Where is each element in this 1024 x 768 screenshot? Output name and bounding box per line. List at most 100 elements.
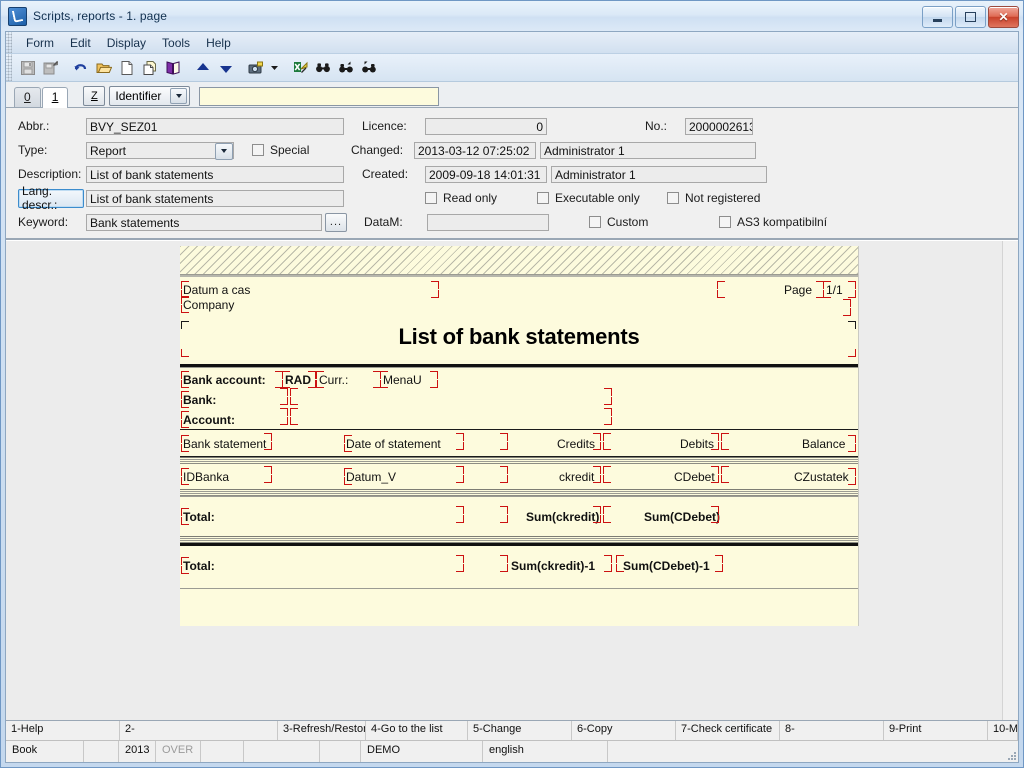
close-button[interactable]: ✕ bbox=[988, 6, 1019, 28]
executable-only-checkbox-row[interactable]: Executable only bbox=[537, 191, 667, 205]
abbr-field[interactable]: BVY_SEZ01 bbox=[86, 117, 344, 135]
as3-checkbox-row[interactable]: AS3 kompatibilní bbox=[719, 215, 827, 229]
report-title[interactable]: List of bank statements bbox=[180, 324, 858, 350]
fkey-1-help[interactable]: 1-Help bbox=[6, 721, 120, 740]
executable-only-checkbox[interactable] bbox=[537, 192, 549, 204]
report-groupfooter-sum-credits[interactable]: Sum(ckredit) bbox=[526, 510, 599, 524]
as3-checkbox[interactable] bbox=[719, 216, 731, 228]
report-colhdr-debits[interactable]: Debits bbox=[680, 437, 714, 451]
description-field[interactable]: List of bank statements bbox=[86, 165, 344, 183]
report-label-account[interactable]: Account: bbox=[183, 413, 235, 427]
report-page[interactable]: Datum a cas Company Page 1/1 List of ban… bbox=[180, 246, 859, 626]
filter-combo[interactable]: Identifier bbox=[109, 86, 191, 106]
licence-field[interactable]: 0 bbox=[425, 117, 547, 135]
lang-descr-button[interactable]: Lang. descr.: bbox=[18, 184, 84, 212]
report-colhdr-balance[interactable]: Balance bbox=[802, 437, 845, 451]
menu-edit[interactable]: Edit bbox=[62, 34, 99, 52]
menu-tools[interactable]: Tools bbox=[154, 34, 198, 52]
special-checkbox[interactable] bbox=[252, 144, 264, 156]
fkey-7-check-certificate[interactable]: 7-Check certificate bbox=[676, 721, 780, 740]
datam-field[interactable] bbox=[427, 213, 549, 231]
new-document-icon[interactable] bbox=[116, 57, 138, 79]
report-footer-sum-credits[interactable]: Sum(ckredit)-1 bbox=[511, 559, 595, 573]
open-folder-icon[interactable] bbox=[93, 57, 115, 79]
not-registered-checkbox[interactable] bbox=[667, 192, 679, 204]
find-previous-icon[interactable] bbox=[358, 57, 380, 79]
menu-form[interactable]: Form bbox=[18, 34, 62, 52]
fkey-4-go-to-the-list[interactable]: 4-Go to the list bbox=[366, 721, 468, 740]
menu-grip[interactable] bbox=[6, 32, 12, 53]
chevron-down-icon bbox=[170, 88, 188, 104]
type-dropdown-icon[interactable] bbox=[215, 142, 233, 160]
special-checkbox-row[interactable]: Special bbox=[252, 143, 362, 157]
move-up-icon[interactable] bbox=[192, 57, 214, 79]
toolbar-grip[interactable] bbox=[6, 54, 12, 81]
band-separator-7 bbox=[180, 588, 858, 589]
report-detail-ckredit[interactable]: ckredit bbox=[559, 470, 594, 484]
created-field[interactable]: 2009-09-18 14:01:31 bbox=[425, 165, 547, 183]
fkey-3-refresh-restore[interactable]: 3-Refresh/Restore bbox=[278, 721, 366, 740]
report-colhdr-credits[interactable]: Credits bbox=[557, 437, 595, 451]
menu-items: Form Edit Display Tools Help bbox=[12, 32, 239, 53]
tab-1[interactable]: 1 bbox=[41, 87, 69, 108]
fkey-10-menu[interactable]: 10-Menu bbox=[988, 721, 1018, 740]
report-footer-sum-debits[interactable]: Sum(CDebet)-1 bbox=[623, 559, 710, 573]
fkey-8[interactable]: 8- bbox=[780, 721, 884, 740]
lang-descr-field[interactable]: List of bank statements bbox=[86, 189, 344, 207]
keyword-field[interactable]: Bank statements bbox=[86, 213, 322, 231]
read-only-checkbox-row[interactable]: Read only bbox=[425, 191, 537, 205]
z-button[interactable]: Z bbox=[83, 86, 106, 106]
report-colhdr-bank-statement[interactable]: Bank statement bbox=[183, 437, 266, 451]
minimize-button[interactable] bbox=[922, 6, 953, 28]
copy-icon[interactable] bbox=[139, 57, 161, 79]
read-only-checkbox[interactable] bbox=[425, 192, 437, 204]
report-detail-czustatek[interactable]: CZustatek bbox=[794, 470, 849, 484]
report-field-page-label[interactable]: Page bbox=[784, 283, 812, 297]
report-groupfooter-sum-debits[interactable]: Sum(CDebet) bbox=[644, 510, 720, 524]
changed-user-field[interactable]: Administrator 1 bbox=[540, 141, 756, 159]
menu-display[interactable]: Display bbox=[99, 34, 154, 52]
type-field[interactable]: Report bbox=[86, 141, 234, 159]
custom-checkbox[interactable] bbox=[589, 216, 601, 228]
report-designer-canvas[interactable]: Datum a cas Company Page 1/1 List of ban… bbox=[6, 240, 1018, 720]
camera-icon[interactable] bbox=[245, 57, 267, 79]
report-field-company[interactable]: Company bbox=[183, 298, 234, 312]
report-detail-cdebet[interactable]: CDebet bbox=[674, 470, 715, 484]
custom-checkbox-row[interactable]: Custom bbox=[589, 215, 719, 229]
record-form: Abbr.: BVY_SEZ01 Licence: 0 No.: 2000002… bbox=[6, 108, 1018, 240]
undo-icon[interactable] bbox=[70, 57, 92, 79]
no-field[interactable]: 2000002613 bbox=[685, 117, 753, 135]
fkey-5-change[interactable]: 5-Change bbox=[468, 721, 572, 740]
report-colhdr-date-of-statement[interactable]: Date of statement bbox=[346, 437, 441, 451]
changed-field[interactable]: 2013-03-12 07:25:02 bbox=[414, 141, 536, 159]
tool-bar bbox=[6, 54, 1018, 82]
book-icon[interactable] bbox=[162, 57, 184, 79]
fkey-6-copy[interactable]: 6-Copy bbox=[572, 721, 676, 740]
report-field-datetime[interactable]: Datum a cas bbox=[183, 283, 250, 297]
form-row-description: Description: List of bank statements Cre… bbox=[18, 162, 1010, 186]
export-excel-icon[interactable] bbox=[289, 57, 311, 79]
report-field-curr[interactable]: MenaU bbox=[383, 373, 422, 387]
created-user-field[interactable]: Administrator 1 bbox=[551, 165, 767, 183]
status-year: 2013 bbox=[119, 741, 156, 762]
save-icon bbox=[17, 57, 39, 79]
fkey-2[interactable]: 2- bbox=[120, 721, 278, 740]
not-registered-checkbox-row[interactable]: Not registered bbox=[667, 191, 760, 205]
maximize-button[interactable] bbox=[955, 6, 986, 28]
scrollbar-track[interactable] bbox=[1003, 241, 1018, 720]
window-resize-grip[interactable] bbox=[1004, 748, 1018, 762]
find-next-icon[interactable] bbox=[335, 57, 357, 79]
vertical-scrollbar[interactable] bbox=[1002, 241, 1018, 720]
search-input[interactable] bbox=[199, 86, 440, 106]
keyword-browse-button[interactable]: ... bbox=[325, 212, 347, 232]
menu-help[interactable]: Help bbox=[198, 34, 239, 52]
report-detail-datum-v[interactable]: Datum_V bbox=[346, 470, 396, 484]
report-detail-idbanka[interactable]: IDBanka bbox=[183, 470, 229, 484]
dropdown-arrow-icon[interactable] bbox=[268, 57, 281, 79]
move-down-icon[interactable] bbox=[215, 57, 237, 79]
report-label-bank-account[interactable]: Bank account: bbox=[183, 373, 266, 387]
title-bar: Scripts, reports - 1. page ✕ bbox=[1, 1, 1023, 31]
fkey-9-print[interactable]: 9-Print bbox=[884, 721, 988, 740]
find-icon[interactable] bbox=[312, 57, 334, 79]
tab-0[interactable]: 0 bbox=[14, 87, 41, 107]
